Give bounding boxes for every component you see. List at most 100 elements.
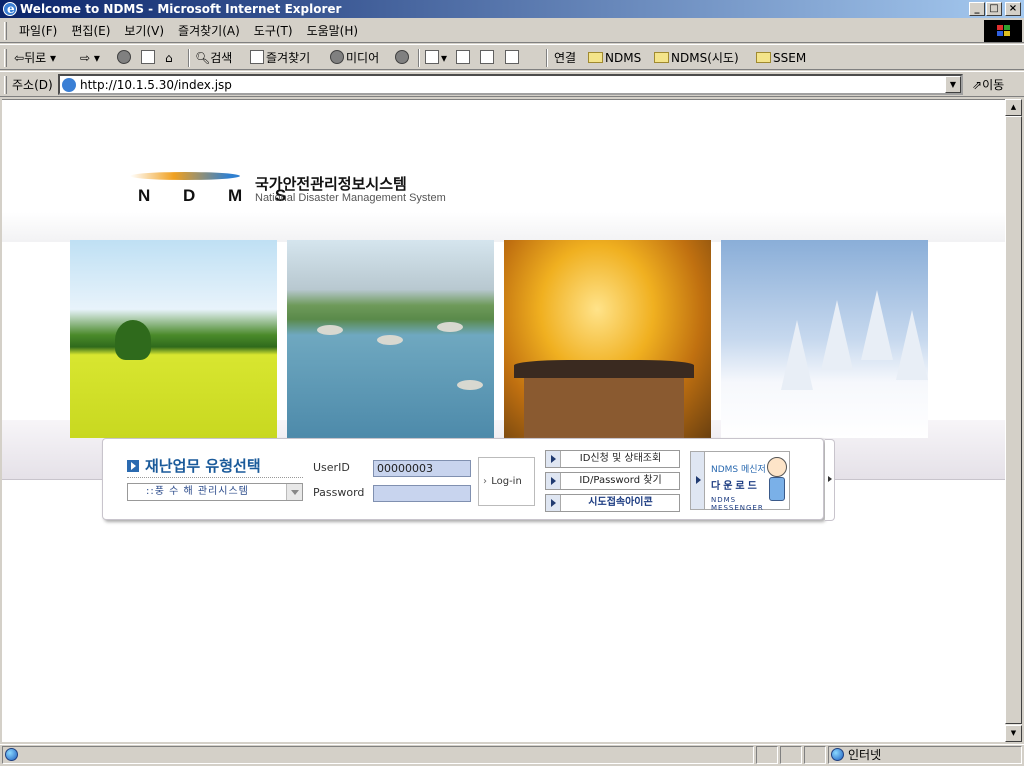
menu-help[interactable]: 도움말(H) xyxy=(300,23,366,39)
system-select-value: ::풍 수 해 관리시스템 xyxy=(146,486,249,497)
toolbar-grip[interactable] xyxy=(4,76,7,94)
browser-window: Welcome to NDMS - Microsoft Internet Exp… xyxy=(0,0,1024,766)
winter-photo xyxy=(721,240,928,438)
address-bar: 주소(D) http://10.1.5.30/index.jsp ▼ ⇗이동 xyxy=(0,71,1024,97)
menu-tools[interactable]: 도구(T) xyxy=(247,23,300,39)
status-bar: 인터넷 xyxy=(0,744,1024,766)
history-button[interactable] xyxy=(395,49,411,67)
spring-photo xyxy=(70,240,277,438)
discuss-button[interactable] xyxy=(505,49,521,67)
refresh-icon xyxy=(141,50,155,64)
menu-favorites[interactable]: 즐겨찾기(A) xyxy=(171,23,247,39)
zone-label: 인터넷 xyxy=(848,748,882,762)
forward-arrow-icon: ⇨ xyxy=(80,51,91,65)
logo-swoosh xyxy=(130,172,240,180)
disaster-type-title: 재난업무 유형선택 xyxy=(127,455,261,476)
standard-toolbar: ⇦뒤로 ▾ ⇨ ▾ ⌂ 🔍︎검색 즐겨찾기 미디어 ▾ 연결 NDMS NDMS… xyxy=(0,44,1024,70)
back-button[interactable]: ⇦뒤로 ▾ xyxy=(14,49,56,67)
panel-expand-tab[interactable] xyxy=(825,439,835,521)
scroll-up-button[interactable]: ▲ xyxy=(1005,99,1022,116)
close-button[interactable]: × xyxy=(1005,2,1021,16)
find-password-link[interactable]: ID/Password 찾기 xyxy=(545,472,680,490)
favorites-button[interactable]: 즐겨찾기 xyxy=(250,49,310,67)
link-label: NDMS xyxy=(605,51,642,65)
scroll-down-button[interactable]: ▼ xyxy=(1005,725,1022,742)
mail-button[interactable]: ▾ xyxy=(425,49,447,67)
play-icon xyxy=(127,460,139,472)
vertical-scrollbar[interactable]: ▲ ▼ xyxy=(1005,99,1022,742)
toolbar-grip[interactable] xyxy=(4,49,7,67)
folder-icon xyxy=(756,52,771,63)
messenger-download-button[interactable]: NDMS 메신저 다운로드 NDMS MESSENGER xyxy=(690,451,790,512)
internet-zone-icon xyxy=(831,748,844,761)
edit-icon xyxy=(480,50,494,64)
maximize-button[interactable]: □ xyxy=(986,2,1002,16)
status-text-cell xyxy=(2,746,754,764)
status-cell xyxy=(780,746,802,764)
id-request-link[interactable]: ID신청 및 상태조회 xyxy=(545,450,680,468)
minimize-button[interactable]: _ xyxy=(969,2,985,16)
disaster-type-title-text: 재난업무 유형선택 xyxy=(145,457,261,475)
userid-label: UserID xyxy=(313,461,350,474)
go-label: 이동 xyxy=(982,78,1005,92)
menu-bar: 파일(F) 편집(E) 보기(V) 즐겨찾기(A) 도구(T) 도움말(H) xyxy=(0,19,1024,43)
menu-view[interactable]: 보기(V) xyxy=(117,23,171,39)
login-button[interactable]: Log-in xyxy=(478,457,535,506)
login-panel: 재난업무 유형선택 ::풍 수 해 관리시스템 UserID 00000003 … xyxy=(102,438,835,521)
status-cell xyxy=(756,746,778,764)
title-bar: Welcome to NDMS - Microsoft Internet Exp… xyxy=(0,0,1024,18)
userid-field[interactable]: 00000003 xyxy=(373,460,471,477)
home-button[interactable]: ⌂ xyxy=(165,49,173,67)
address-input[interactable]: http://10.1.5.30/index.jsp ▼ xyxy=(58,74,963,95)
search-button[interactable]: 🔍︎검색 xyxy=(195,49,232,67)
system-title-korean: 국가안전관리정보시스템 xyxy=(255,175,407,193)
forward-button[interactable]: ⇨ ▾ xyxy=(80,49,100,67)
mascot-body-icon xyxy=(769,477,785,501)
links-label: 연결 xyxy=(554,51,577,65)
mail-icon xyxy=(425,50,439,64)
stop-icon xyxy=(117,50,131,64)
edit-button[interactable] xyxy=(480,49,496,67)
link-label: NDMS(시도) xyxy=(671,51,739,65)
address-label: 주소(D) xyxy=(12,78,53,92)
header-band xyxy=(2,212,1005,242)
print-button[interactable] xyxy=(456,49,472,67)
status-cell xyxy=(804,746,826,764)
favorites-icon xyxy=(250,50,264,64)
link-ndms-sido[interactable]: NDMS(시도) xyxy=(654,49,739,67)
system-title-english: National Disaster Management System xyxy=(255,192,446,204)
go-arrow-icon: ⇗ xyxy=(972,78,983,92)
system-select[interactable]: ::풍 수 해 관리시스템 xyxy=(127,483,303,501)
link-label: SSEM xyxy=(773,51,807,65)
toolbar-grip[interactable] xyxy=(4,22,7,40)
password-label: Password xyxy=(313,486,365,499)
sido-icon-link[interactable]: 시도접속아이콘 xyxy=(545,494,680,512)
home-icon: ⌂ xyxy=(165,51,173,65)
menu-file[interactable]: 파일(F) xyxy=(12,23,64,39)
media-button[interactable]: 미디어 xyxy=(330,49,379,67)
back-arrow-icon: ⇦ xyxy=(14,51,25,65)
arrow-right-icon xyxy=(691,452,705,509)
search-label: 검색 xyxy=(210,51,233,65)
password-field[interactable] xyxy=(373,485,471,502)
page-status-icon xyxy=(5,748,18,761)
media-label: 미디어 xyxy=(346,51,380,65)
address-url[interactable]: http://10.1.5.30/index.jsp xyxy=(80,77,232,93)
folder-icon xyxy=(588,52,603,63)
messenger-title: NDMS 메신저 xyxy=(711,465,766,475)
back-label: 뒤로 xyxy=(24,51,47,65)
menu-edit[interactable]: 편집(E) xyxy=(64,23,117,39)
zone-cell: 인터넷 xyxy=(828,746,1022,764)
summer-stream-photo xyxy=(287,240,494,438)
chevron-down-icon[interactable] xyxy=(286,484,302,500)
refresh-button[interactable] xyxy=(141,49,157,67)
window-title: Welcome to NDMS - Microsoft Internet Exp… xyxy=(20,2,342,16)
link-ssem[interactable]: SSEM xyxy=(756,49,806,67)
folder-icon xyxy=(654,52,669,63)
stop-button[interactable] xyxy=(117,49,133,67)
go-button[interactable]: ⇗이동 xyxy=(972,76,1004,94)
address-dropdown-button[interactable]: ▼ xyxy=(945,76,961,93)
scroll-thumb[interactable] xyxy=(1005,116,1022,724)
link-ndms[interactable]: NDMS xyxy=(588,49,641,67)
print-icon xyxy=(456,50,470,64)
